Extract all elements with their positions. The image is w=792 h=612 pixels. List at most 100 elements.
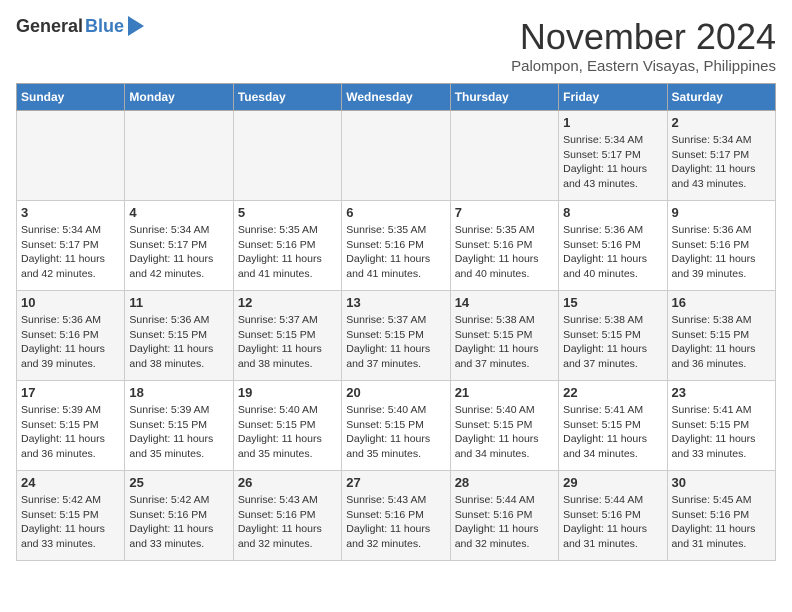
calendar-cell: 11 Sunrise: 5:36 AM Sunset: 5:15 PM Dayli… [125,291,233,381]
day-number: 19 [238,385,337,400]
calendar-cell: 18 Sunrise: 5:39 AM Sunset: 5:15 PM Dayli… [125,381,233,471]
day-number: 26 [238,475,337,490]
calendar-week-1: 1 Sunrise: 5:34 AM Sunset: 5:17 PM Daylig… [17,111,776,201]
day-number: 12 [238,295,337,310]
day-number: 7 [455,205,554,220]
day-info: Sunrise: 5:37 AM Sunset: 5:15 PM Dayligh… [346,313,445,372]
calendar-cell: 19 Sunrise: 5:40 AM Sunset: 5:15 PM Dayli… [233,381,341,471]
day-number: 28 [455,475,554,490]
calendar-week-2: 3 Sunrise: 5:34 AM Sunset: 5:17 PM Daylig… [17,201,776,291]
calendar-cell: 26 Sunrise: 5:43 AM Sunset: 5:16 PM Dayli… [233,471,341,561]
weekday-header-saturday: Saturday [667,84,775,111]
day-info: Sunrise: 5:38 AM Sunset: 5:15 PM Dayligh… [672,313,771,372]
calendar-cell: 23Sunrise: 5:41 AM Sunset: 5:15 PM Dayli… [667,381,775,471]
day-number: 14 [455,295,554,310]
day-number: 18 [129,385,228,400]
location-title: Palompon, Eastern Visayas, Philippines [511,58,776,75]
day-info: Sunrise: 5:35 AM Sunset: 5:16 PM Dayligh… [455,223,554,282]
day-info: Sunrise: 5:44 AM Sunset: 5:16 PM Dayligh… [455,493,554,552]
day-number: 4 [129,205,228,220]
calendar-cell: 22 Sunrise: 5:41 AM Sunset: 5:15 PM Dayli… [559,381,667,471]
weekday-header-wednesday: Wednesday [342,84,450,111]
day-info: Sunrise: 5:42 AM Sunset: 5:15 PM Dayligh… [21,493,120,552]
calendar-cell [17,111,125,201]
calendar-cell: 4 Sunrise: 5:34 AM Sunset: 5:17 PM Daylig… [125,201,233,291]
calendar-cell: 25 Sunrise: 5:42 AM Sunset: 5:16 PM Dayli… [125,471,233,561]
title-block: November 2024 Palompon, Eastern Visayas,… [511,16,776,75]
calendar-cell: 15 Sunrise: 5:38 AM Sunset: 5:15 PM Dayli… [559,291,667,381]
weekday-header-friday: Friday [559,84,667,111]
calendar-cell: 8Sunrise: 5:36 AM Sunset: 5:16 PM Daylig… [559,201,667,291]
day-info: Sunrise: 5:39 AM Sunset: 5:15 PM Dayligh… [129,403,228,462]
day-info: Sunrise: 5:34 AM Sunset: 5:17 PM Dayligh… [129,223,228,282]
calendar-cell: 17 Sunrise: 5:39 AM Sunset: 5:15 PM Dayli… [17,381,125,471]
day-info: Sunrise: 5:43 AM Sunset: 5:16 PM Dayligh… [346,493,445,552]
day-info: Sunrise: 5:42 AM Sunset: 5:16 PM Dayligh… [129,493,228,552]
calendar-cell: 21 Sunrise: 5:40 AM Sunset: 5:15 PM Dayli… [450,381,558,471]
day-info: Sunrise: 5:37 AM Sunset: 5:15 PM Dayligh… [238,313,337,372]
day-info: Sunrise: 5:34 AM Sunset: 5:17 PM Dayligh… [563,133,662,192]
day-info: Sunrise: 5:35 AM Sunset: 5:16 PM Dayligh… [346,223,445,282]
calendar-cell: 27 Sunrise: 5:43 AM Sunset: 5:16 PM Dayli… [342,471,450,561]
day-info: Sunrise: 5:34 AM Sunset: 5:17 PM Dayligh… [672,133,771,192]
calendar-cell: 30 Sunrise: 5:45 AM Sunset: 5:16 PM Dayli… [667,471,775,561]
calendar-cell: 24Sunrise: 5:42 AM Sunset: 5:15 PM Dayli… [17,471,125,561]
day-number: 30 [672,475,771,490]
day-info: Sunrise: 5:36 AM Sunset: 5:16 PM Dayligh… [21,313,120,372]
day-info: Sunrise: 5:38 AM Sunset: 5:15 PM Dayligh… [455,313,554,372]
calendar-cell: 16 Sunrise: 5:38 AM Sunset: 5:15 PM Dayli… [667,291,775,381]
day-number: 27 [346,475,445,490]
calendar-cell: 14 Sunrise: 5:38 AM Sunset: 5:15 PM Dayli… [450,291,558,381]
calendar-cell: 10Sunrise: 5:36 AM Sunset: 5:16 PM Dayli… [17,291,125,381]
logo: General Blue [16,16,144,37]
day-number: 21 [455,385,554,400]
day-info: Sunrise: 5:35 AM Sunset: 5:16 PM Dayligh… [238,223,337,282]
day-info: Sunrise: 5:43 AM Sunset: 5:16 PM Dayligh… [238,493,337,552]
day-number: 11 [129,295,228,310]
calendar-cell: 3 Sunrise: 5:34 AM Sunset: 5:17 PM Daylig… [17,201,125,291]
day-number: 25 [129,475,228,490]
day-info: Sunrise: 5:34 AM Sunset: 5:17 PM Dayligh… [21,223,120,282]
day-info: Sunrise: 5:40 AM Sunset: 5:15 PM Dayligh… [238,403,337,462]
month-title: November 2024 [511,16,776,58]
day-info: Sunrise: 5:41 AM Sunset: 5:15 PM Dayligh… [672,403,771,462]
day-number: 6 [346,205,445,220]
calendar-cell: 7 Sunrise: 5:35 AM Sunset: 5:16 PM Daylig… [450,201,558,291]
calendar-cell [342,111,450,201]
day-info: Sunrise: 5:36 AM Sunset: 5:15 PM Dayligh… [129,313,228,372]
day-info: Sunrise: 5:41 AM Sunset: 5:15 PM Dayligh… [563,403,662,462]
weekday-header-tuesday: Tuesday [233,84,341,111]
day-number: 13 [346,295,445,310]
page-header: General Blue November 2024 Palompon, Eas… [16,16,776,75]
day-number: 9 [672,205,771,220]
calendar-week-5: 24Sunrise: 5:42 AM Sunset: 5:15 PM Dayli… [17,471,776,561]
calendar-cell: 12 Sunrise: 5:37 AM Sunset: 5:15 PM Dayli… [233,291,341,381]
calendar-cell: 6 Sunrise: 5:35 AM Sunset: 5:16 PM Daylig… [342,201,450,291]
weekday-header-sunday: Sunday [17,84,125,111]
day-number: 3 [21,205,120,220]
day-info: Sunrise: 5:44 AM Sunset: 5:16 PM Dayligh… [563,493,662,552]
calendar-cell: 1 Sunrise: 5:34 AM Sunset: 5:17 PM Daylig… [559,111,667,201]
day-number: 16 [672,295,771,310]
day-number: 15 [563,295,662,310]
day-number: 29 [563,475,662,490]
calendar-week-3: 10Sunrise: 5:36 AM Sunset: 5:16 PM Dayli… [17,291,776,381]
day-number: 5 [238,205,337,220]
calendar-week-4: 17 Sunrise: 5:39 AM Sunset: 5:15 PM Dayli… [17,381,776,471]
day-info: Sunrise: 5:39 AM Sunset: 5:15 PM Dayligh… [21,403,120,462]
day-info: Sunrise: 5:40 AM Sunset: 5:15 PM Dayligh… [455,403,554,462]
day-info: Sunrise: 5:38 AM Sunset: 5:15 PM Dayligh… [563,313,662,372]
weekday-header-row: SundayMondayTuesdayWednesdayThursdayFrid… [17,84,776,111]
logo-blue-text: Blue [85,16,124,37]
day-number: 1 [563,115,662,130]
calendar-cell: 2Sunrise: 5:34 AM Sunset: 5:17 PM Daylig… [667,111,775,201]
calendar-cell [450,111,558,201]
day-info: Sunrise: 5:40 AM Sunset: 5:15 PM Dayligh… [346,403,445,462]
day-info: Sunrise: 5:45 AM Sunset: 5:16 PM Dayligh… [672,493,771,552]
day-number: 17 [21,385,120,400]
day-number: 22 [563,385,662,400]
weekday-header-thursday: Thursday [450,84,558,111]
calendar-cell: 20Sunrise: 5:40 AM Sunset: 5:15 PM Dayli… [342,381,450,471]
calendar-cell [125,111,233,201]
calendar-cell: 28 Sunrise: 5:44 AM Sunset: 5:16 PM Dayli… [450,471,558,561]
